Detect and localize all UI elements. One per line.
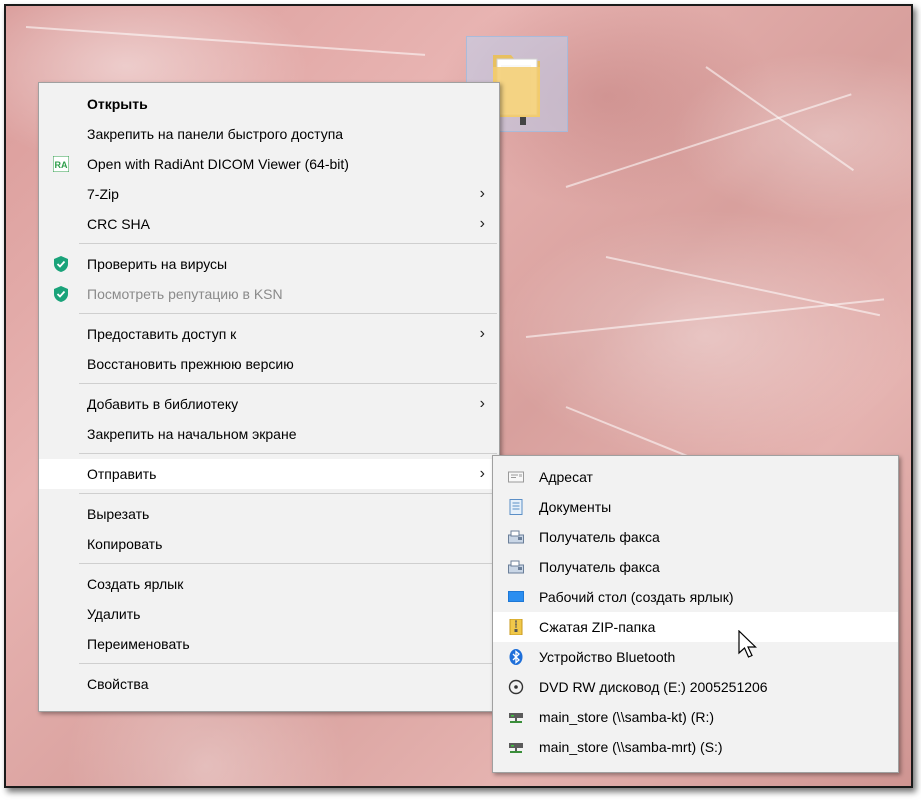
network-drive-icon <box>509 713 523 723</box>
menu-item-radiant-dicom[interactable]: RA Open with RadiAnt DICOM Viewer (64-bi… <box>39 149 499 179</box>
menu-item-label: Копировать <box>87 536 163 552</box>
menu-item-add-to-library[interactable]: Добавить в библиотеку › <box>39 389 499 419</box>
menu-item-restore-version[interactable]: Восстановить прежнюю версию <box>39 349 499 379</box>
menu-item-label: main_store (\\samba-kt) (R:) <box>539 709 715 725</box>
menu-item-label: Закрепить на панели быстрого доступа <box>87 126 344 142</box>
menu-item-delete[interactable]: Удалить <box>39 599 499 629</box>
menu-item-label: Рабочий стол (создать ярлык) <box>539 589 734 605</box>
menu-item-label: Проверить на вирусы <box>87 256 228 272</box>
network-drive-icon <box>509 743 523 753</box>
chevron-right-icon: › <box>479 465 485 482</box>
menu-separator <box>79 493 497 494</box>
menu-item-properties[interactable]: Свойства <box>39 669 499 699</box>
menu-item-label: Предоставить доступ к <box>87 326 237 342</box>
menu-item-label: DVD RW дисковод (E:) 2005251206 <box>539 679 768 695</box>
menu-item-label: Свойства <box>87 676 149 692</box>
background-streak <box>525 298 885 338</box>
bluetooth-icon <box>509 649 523 665</box>
sendto-dvd-drive[interactable]: DVD RW дисковод (E:) 2005251206 <box>493 672 898 702</box>
kaspersky-shield-icon <box>54 256 68 272</box>
sendto-network-drive-s[interactable]: main_store (\\samba-mrt) (S:) <box>493 732 898 762</box>
context-menu: Открыть Закрепить на панели быстрого дос… <box>38 82 500 712</box>
sendto-mail-recipient[interactable]: Адресат <box>493 462 898 492</box>
dvd-drive-icon <box>508 679 524 695</box>
desktop-icon <box>508 591 524 602</box>
fax-icon <box>508 530 524 544</box>
menu-item-open[interactable]: Открыть <box>39 89 499 119</box>
sendto-zip-folder[interactable]: Сжатая ZIP-папка <box>493 612 898 642</box>
menu-item-label: Получатель факса <box>539 529 660 545</box>
mail-recipient-icon <box>508 471 524 483</box>
background-streak <box>705 66 855 172</box>
menu-item-label: Переименовать <box>87 636 190 652</box>
menu-item-label: Посмотреть репутацию в KSN <box>87 286 283 302</box>
menu-item-label: Получатель факса <box>539 559 660 575</box>
chevron-right-icon: › <box>479 215 485 232</box>
menu-item-label: Сжатая ZIP-папка <box>539 619 656 635</box>
menu-item-rename[interactable]: Переименовать <box>39 629 499 659</box>
menu-item-label: Создать ярлык <box>87 576 184 592</box>
sendto-documents[interactable]: Документы <box>493 492 898 522</box>
fax-icon <box>508 560 524 574</box>
menu-item-label: Вырезать <box>87 506 150 522</box>
menu-item-label: main_store (\\samba-mrt) (S:) <box>539 739 723 755</box>
zip-folder-icon <box>509 619 523 635</box>
menu-item-label: Добавить в библиотеку <box>87 396 239 412</box>
menu-item-create-shortcut[interactable]: Создать ярлык <box>39 569 499 599</box>
sendto-fax-1[interactable]: Получатель факса <box>493 522 898 552</box>
menu-item-ksn-reputation[interactable]: Посмотреть репутацию в KSN <box>39 279 499 309</box>
menu-item-cut[interactable]: Вырезать <box>39 499 499 529</box>
menu-separator <box>79 313 497 314</box>
menu-separator <box>79 383 497 384</box>
menu-item-label: Удалить <box>87 606 141 622</box>
menu-item-label: Отправить <box>87 466 157 482</box>
svg-text:RA: RA <box>55 160 68 170</box>
mouse-cursor-icon <box>738 630 757 658</box>
menu-item-label: Восстановить прежнюю версию <box>87 356 294 372</box>
menu-separator <box>79 563 497 564</box>
chevron-right-icon: › <box>479 325 485 342</box>
sendto-network-drive-r[interactable]: main_store (\\samba-kt) (R:) <box>493 702 898 732</box>
menu-item-label: Открыть <box>87 96 148 112</box>
menu-item-label: Закрепить на начальном экране <box>87 426 297 442</box>
menu-item-copy[interactable]: Копировать <box>39 529 499 559</box>
sendto-fax-2[interactable]: Получатель факса <box>493 552 898 582</box>
menu-item-label: Адресат <box>539 469 593 485</box>
menu-item-label: 7-Zip <box>87 186 119 202</box>
menu-item-scan-viruses[interactable]: Проверить на вирусы <box>39 249 499 279</box>
chevron-right-icon: › <box>479 185 485 202</box>
menu-item-7zip[interactable]: 7-Zip › <box>39 179 499 209</box>
menu-separator <box>79 453 497 454</box>
documents-icon <box>509 499 523 515</box>
menu-separator <box>79 663 497 664</box>
radiant-icon: RA <box>53 156 69 172</box>
menu-item-pin-start[interactable]: Закрепить на начальном экране <box>39 419 499 449</box>
kaspersky-shield-icon <box>54 286 68 302</box>
chevron-right-icon: › <box>479 395 485 412</box>
menu-item-crc-sha[interactable]: CRC SHA › <box>39 209 499 239</box>
menu-item-label: CRC SHA <box>87 216 151 232</box>
background-streak <box>605 256 881 317</box>
menu-item-label: Устройство Bluetooth <box>539 649 676 665</box>
menu-item-give-access[interactable]: Предоставить доступ к › <box>39 319 499 349</box>
menu-item-send-to[interactable]: Отправить › <box>39 459 499 489</box>
sendto-desktop-shortcut[interactable]: Рабочий стол (создать ярлык) <box>493 582 898 612</box>
menu-separator <box>79 243 497 244</box>
menu-item-label: Документы <box>539 499 612 515</box>
background-streak <box>25 26 426 56</box>
send-to-submenu: Адресат Документы Получатель факса Получ… <box>492 455 899 773</box>
menu-item-pin-quick-access[interactable]: Закрепить на панели быстрого доступа <box>39 119 499 149</box>
menu-item-label: Open with RadiAnt DICOM Viewer (64-bit) <box>87 156 349 172</box>
sendto-bluetooth[interactable]: Устройство Bluetooth <box>493 642 898 672</box>
